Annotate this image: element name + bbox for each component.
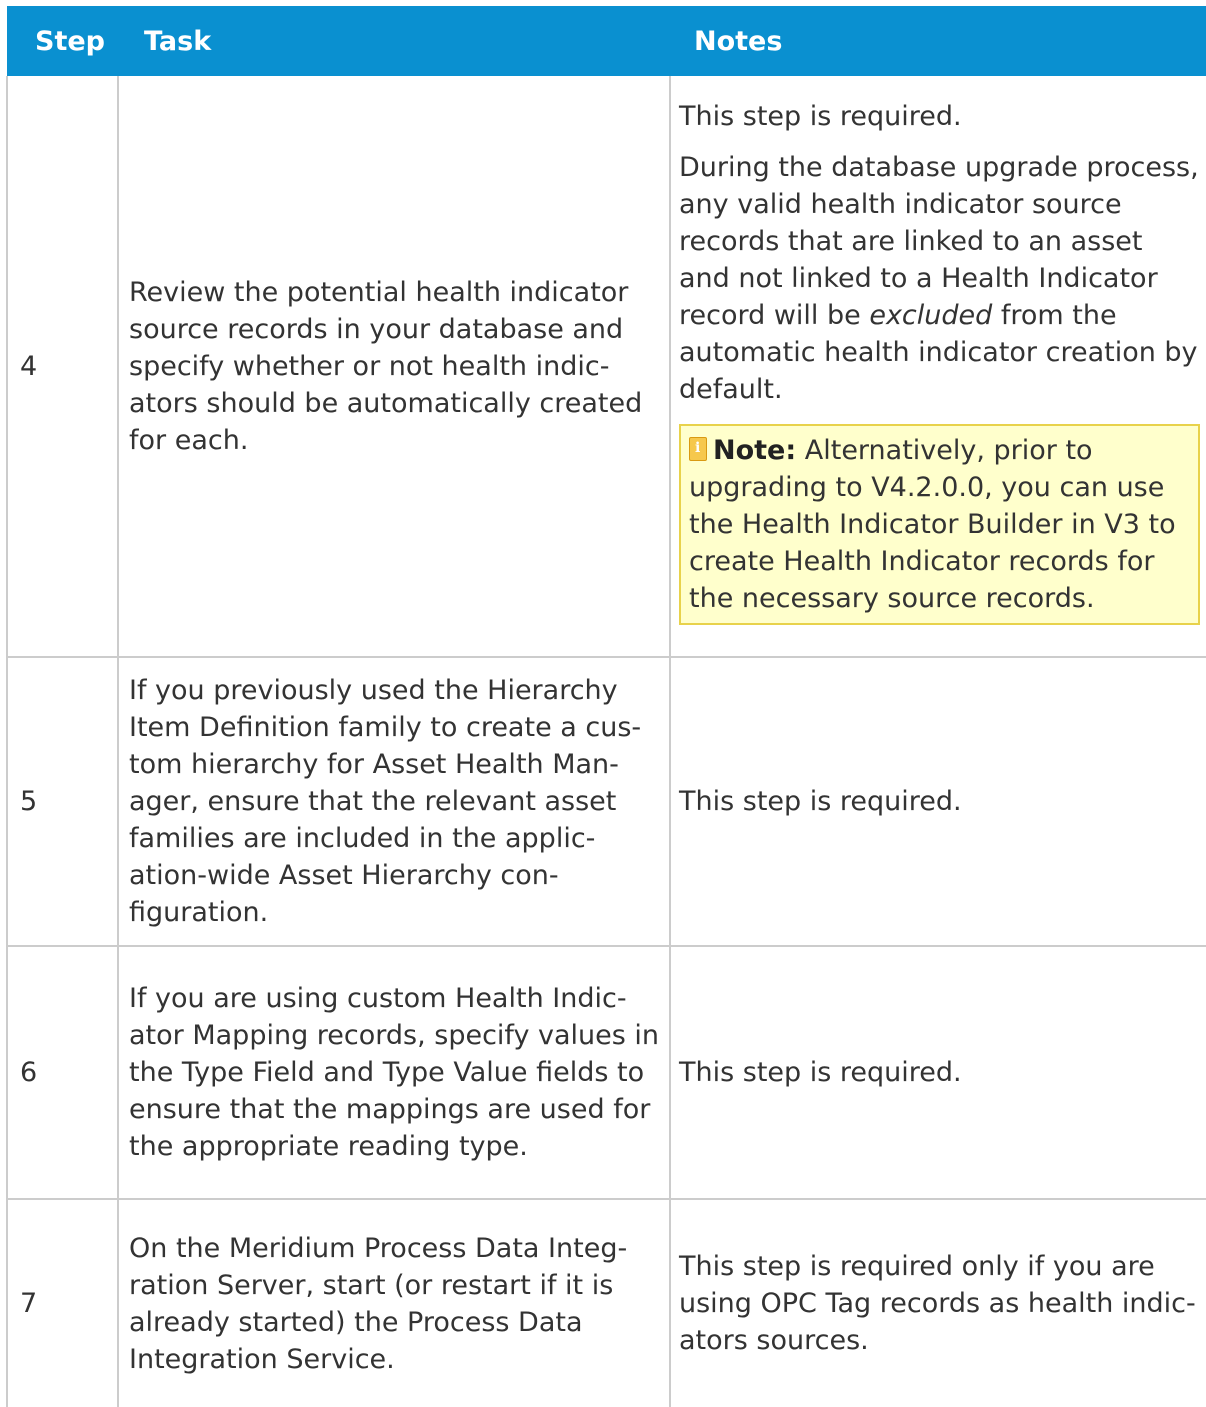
table-header-row: Step Task Notes bbox=[7, 6, 1206, 76]
upgrade-steps-table: Step Task Notes 4 Review the potential h… bbox=[6, 6, 1206, 1407]
header-task-label: Task bbox=[144, 25, 212, 57]
table-row: 7 On the Meridium Process Data Integ-rat… bbox=[6, 1199, 1206, 1407]
step-number: 4 bbox=[6, 76, 119, 658]
step-number: 7 bbox=[6, 1199, 119, 1407]
header-notes-label: Notes bbox=[694, 25, 783, 57]
note-label: Note: bbox=[713, 434, 797, 466]
task-description: If you previously used the Hierarchy Ite… bbox=[118, 657, 671, 947]
table-row: 4 Review the potential health indicator … bbox=[6, 76, 1206, 658]
notes-text: This step is required only if you are us… bbox=[670, 1199, 1206, 1407]
step-number: 5 bbox=[6, 657, 119, 947]
header-step-label: Step bbox=[35, 25, 105, 57]
notes-text: This step is required. bbox=[670, 657, 1206, 947]
header-notes: Notes bbox=[670, 6, 1206, 76]
notes-cell: This step is required. During the databa… bbox=[670, 76, 1206, 658]
task-description: Review the potential health indicator so… bbox=[118, 76, 671, 658]
emphasis-text: excluded bbox=[869, 299, 993, 331]
notes-text: This step is required. bbox=[670, 946, 1206, 1200]
note-callout: Note: Alternatively, prior to upgrading … bbox=[679, 423, 1200, 625]
note-icon bbox=[689, 436, 707, 461]
notes-paragraph: During the database upgrade process, any… bbox=[679, 149, 1200, 408]
notes-text: This step is required. bbox=[679, 100, 962, 132]
header-task: Task bbox=[118, 6, 670, 76]
task-description: On the Meridium Process Data Integ-ratio… bbox=[118, 1199, 671, 1407]
header-step: Step bbox=[7, 6, 118, 76]
step-number: 6 bbox=[6, 946, 119, 1200]
task-description: If you are using custom Health Indic-ato… bbox=[118, 946, 671, 1200]
table-row: 5 If you previously used the Hierarchy I… bbox=[6, 657, 1206, 947]
table-row: 6 If you are using custom Health Indic-a… bbox=[6, 946, 1206, 1200]
